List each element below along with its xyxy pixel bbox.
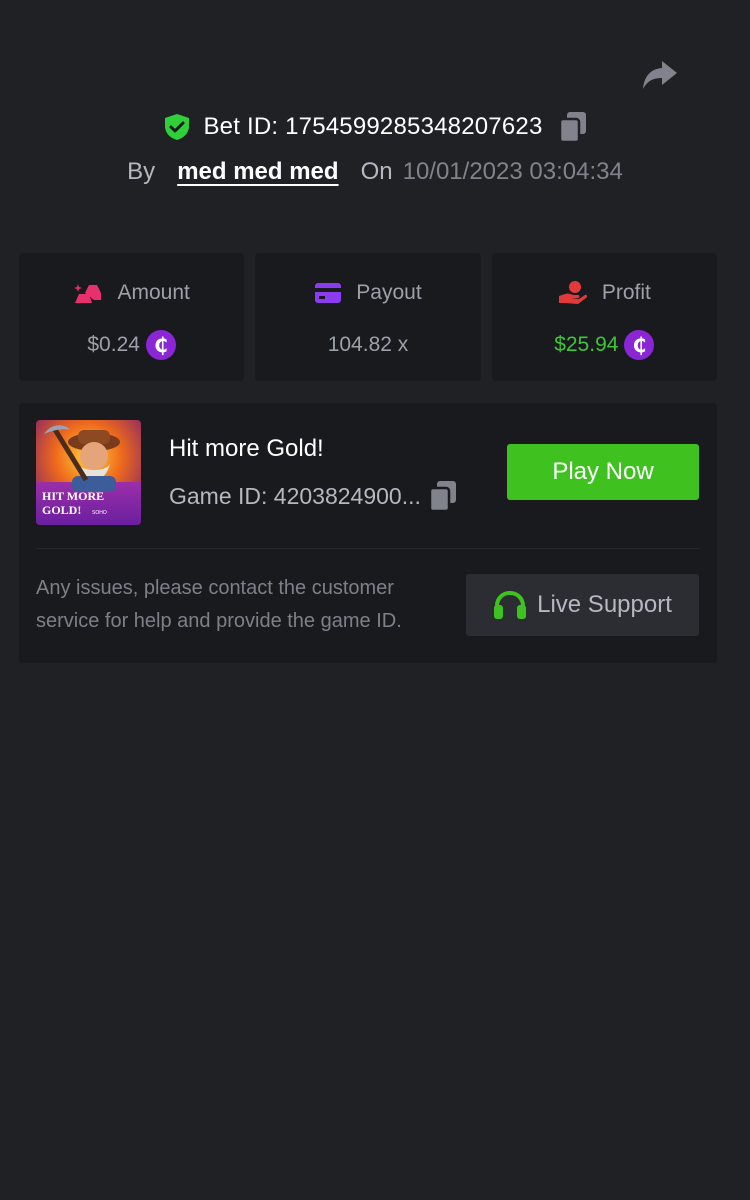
payout-label: Payout bbox=[356, 281, 422, 304]
profit-label: Profit bbox=[601, 281, 651, 304]
payout-card: Payout 104.82 x bbox=[255, 253, 481, 381]
verified-shield-icon bbox=[163, 113, 191, 141]
live-support-button[interactable]: Live Support bbox=[466, 574, 699, 636]
by-label: By bbox=[127, 158, 156, 185]
thumb-provider-tag: SOHO bbox=[92, 510, 107, 516]
bet-detail-page: Bet ID: 1754599285348207623 By med med m… bbox=[0, 0, 750, 1200]
profit-value: $25.94 bbox=[554, 333, 619, 356]
amount-label: Amount bbox=[117, 281, 190, 304]
game-title: Hit more Gold! bbox=[169, 435, 324, 462]
game-thumbnail[interactable]: HIT MORE GOLD! SOHO bbox=[36, 420, 141, 525]
hand-coin-icon bbox=[558, 281, 587, 304]
bet-id-row: Bet ID: 1754599285348207623 bbox=[0, 106, 750, 148]
play-now-button[interactable]: Play Now bbox=[507, 444, 699, 500]
payout-value: 104.82 x bbox=[327, 333, 409, 356]
username-link[interactable]: med med med bbox=[177, 158, 338, 186]
copy-icon bbox=[558, 112, 586, 143]
gold-bars-icon bbox=[74, 284, 102, 303]
coin-icon: ₵ bbox=[624, 330, 655, 360]
amount-value: $0.24 bbox=[87, 333, 140, 356]
support-help-text: Any issues, please contact the customer … bbox=[36, 577, 402, 632]
card-icon bbox=[315, 283, 342, 303]
copy-bet-id-button[interactable] bbox=[558, 111, 587, 143]
bet-meta-row: By med med med On 10/01/2023 03:04:34 bbox=[0, 154, 750, 190]
share-button[interactable] bbox=[640, 56, 680, 94]
thumb-title-line1: HIT MORE bbox=[42, 489, 104, 503]
game-panel: HIT MORE GOLD! SOHO Hit more Gold! Game … bbox=[19, 403, 717, 663]
bet-stats: Amount $0.24 ₵ Payout 104.82 x Profit $2… bbox=[19, 253, 717, 381]
thumb-title-line2: GOLD! bbox=[42, 503, 81, 517]
bet-datetime: 10/01/2023 03:04:34 bbox=[402, 158, 623, 185]
profit-card: Profit $25.94 ₵ bbox=[491, 253, 717, 381]
game-id-row: Game ID: 4203824900... bbox=[169, 480, 457, 512]
live-support-label: Live Support bbox=[537, 591, 672, 618]
game-id: Game ID: 4203824900... bbox=[169, 482, 421, 509]
amount-card: Amount $0.24 ₵ bbox=[19, 253, 245, 381]
divider bbox=[36, 548, 700, 549]
bet-id: Bet ID: 1754599285348207623 bbox=[203, 113, 543, 140]
coin-icon: ₵ bbox=[145, 330, 176, 360]
on-label: On bbox=[360, 158, 393, 185]
copy-game-id-button[interactable] bbox=[428, 480, 457, 512]
share-icon bbox=[643, 61, 677, 89]
copy-icon bbox=[428, 481, 456, 512]
headset-icon bbox=[494, 590, 527, 619]
